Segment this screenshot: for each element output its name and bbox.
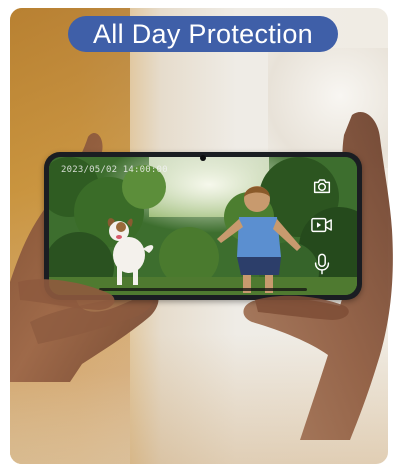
camera-icon (313, 179, 331, 194)
smartphone-frame: 2023/05/02 14:00:00 (44, 152, 362, 300)
video-record-icon (311, 217, 332, 233)
home-indicator (99, 288, 307, 291)
camera-timestamp: 2023/05/02 14:00:00 (61, 165, 168, 175)
banner-title: All Day Protection (68, 16, 338, 52)
live-camera-screen[interactable]: 2023/05/02 14:00:00 (49, 157, 357, 295)
microphone-icon (314, 253, 330, 275)
record-video-button[interactable] (309, 212, 335, 238)
front-camera-dot (200, 155, 206, 161)
snapshot-button[interactable] (309, 173, 335, 199)
talk-button[interactable] (309, 251, 335, 277)
